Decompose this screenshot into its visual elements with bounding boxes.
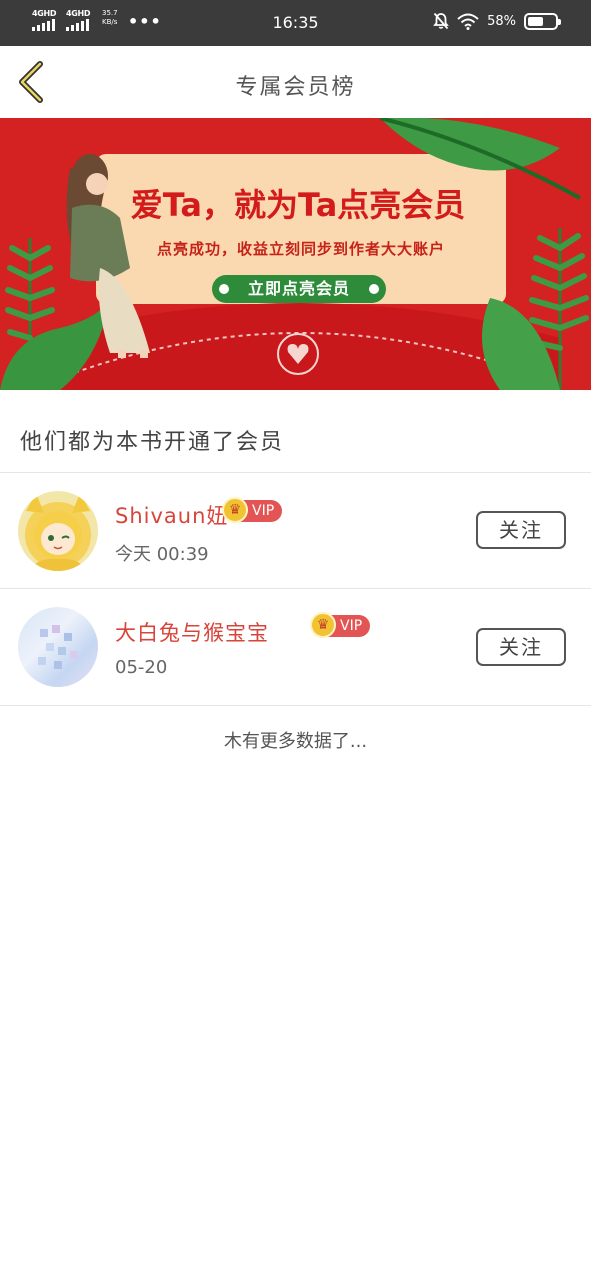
battery-tip <box>558 18 561 25</box>
member-time: 05-20 <box>115 657 168 678</box>
follow-button[interactable]: 关注 <box>476 511 566 549</box>
battery-fill <box>528 16 543 26</box>
nav-header: 专属会员榜 <box>0 46 591 118</box>
no-more-data-text: 木有更多数据了... <box>223 731 368 752</box>
vip-badge: VIP <box>310 612 371 638</box>
vip-badge: VIP <box>222 497 283 523</box>
avatar[interactable] <box>18 491 98 571</box>
crown-icon <box>310 612 336 638</box>
banner-headline: 爱Ta，就为Ta点亮会员 <box>130 186 466 224</box>
light-up-member-button[interactable]: 立即点亮会员 <box>212 275 386 303</box>
vip-label: VIP <box>252 503 275 519</box>
status-icons: 58% <box>433 12 561 30</box>
wifi-icon <box>457 13 479 30</box>
battery-icon <box>524 12 561 30</box>
avatar-image <box>26 493 90 571</box>
status-bar: 4GHD 4GHD 35.7 KB/s ••• 16:35 58% <box>0 0 591 46</box>
bell-off-icon <box>433 12 449 30</box>
promo-banner[interactable]: 爱Ta，就为Ta点亮会员 点亮成功，收益立刻同步到作者大大账户 立即点亮会员 <box>0 118 591 390</box>
page-title: 专属会员榜 <box>235 75 356 100</box>
divider <box>0 705 591 706</box>
vip-label: VIP <box>340 618 363 634</box>
banner-subline: 点亮成功，收益立刻同步到作者大大账户 <box>156 240 445 258</box>
avatar-image <box>38 625 78 669</box>
section-title: 他们都为本书开通了会员 <box>20 430 285 455</box>
crown-icon <box>222 497 248 523</box>
member-name[interactable]: Shivaun妞 <box>115 500 228 530</box>
battery-percent: 58% <box>487 13 516 29</box>
avatar[interactable] <box>18 607 98 687</box>
follow-button[interactable]: 关注 <box>476 628 566 666</box>
member-time: 今天 00:39 <box>115 544 209 565</box>
member-name[interactable]: 大白兔与猴宝宝 <box>115 617 269 647</box>
